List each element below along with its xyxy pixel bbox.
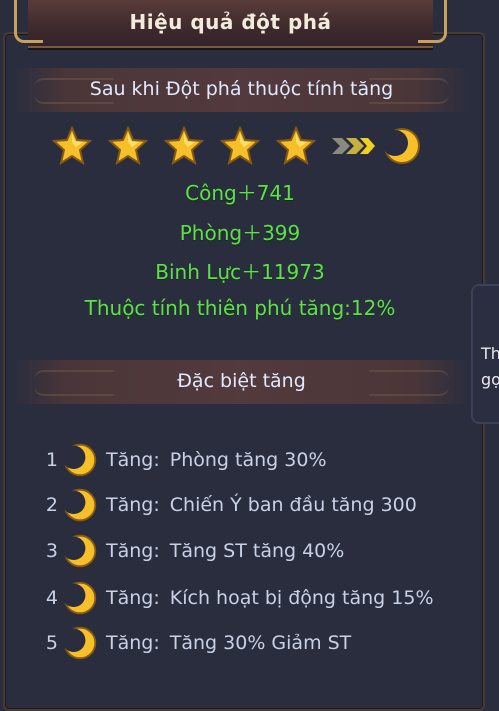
bonus-label: Tăng: (106, 494, 160, 516)
star-progress-row (52, 126, 422, 166)
bonus-number: 2 (45, 494, 58, 516)
star-icon (164, 126, 204, 166)
bonus-label: Tăng: (106, 540, 160, 562)
section-title-breakthrough: Sau khi Đột phá thuộc tính tăng (89, 78, 394, 100)
bonus-description: Tăng 30% Giảm ST (169, 632, 352, 654)
moon-icon (62, 488, 97, 522)
bonus-label: Tăng: (106, 632, 160, 654)
stat-troops: Binh Lực＋11973 (155, 260, 325, 284)
side-tab[interactable]: Thi gọi (471, 284, 499, 424)
bonus-number: 3 (45, 540, 58, 562)
special-bonus-row: 1 Tăng: Phòng tăng 30% (42, 442, 327, 478)
section-title-special: Đặc biệt tăng (177, 370, 306, 392)
star-icon (108, 126, 148, 166)
bonus-number: 4 (45, 587, 58, 609)
title-bar: Hiệu quả đột phá (14, 0, 447, 48)
bonus-description: Tăng ST tăng 40% (169, 540, 345, 562)
bonus-description: Chiến Ý ban đầu tăng 300 (169, 494, 417, 516)
moon-icon (62, 581, 97, 615)
section-header-breakthrough: Sau khi Đột phá thuộc tính tăng (14, 68, 469, 112)
stat-defense: Phòng＋399 (179, 221, 301, 245)
bonus-description: Kích hoạt bị động tăng 15% (169, 587, 434, 609)
moon-icon (62, 443, 97, 477)
moon-icon (382, 128, 420, 164)
side-tab-label-2: gọi (481, 370, 499, 389)
special-bonus-row: 3 Tăng: Tăng ST tăng 40% (42, 533, 344, 569)
section-header-special: Đặc biệt tăng (14, 360, 469, 404)
star-icon (220, 126, 260, 166)
chevron-right-icon (332, 138, 375, 154)
page-title: Hiệu quả đột phá (129, 10, 332, 34)
bonus-description: Phòng tăng 30% (169, 449, 327, 471)
moon-icon (62, 534, 97, 568)
moon-icon (62, 626, 97, 660)
special-bonus-row: 2 Tăng: Chiến Ý ban đầu tăng 300 (42, 487, 417, 523)
special-bonus-row: 4 Tăng: Kích hoạt bị động tăng 15% (42, 580, 434, 616)
special-bonus-row: 5 Tăng: Tăng 30% Giảm ST (42, 625, 351, 661)
bonus-number: 5 (45, 632, 58, 654)
star-icon (52, 126, 92, 166)
stat-attack: Công＋741 (185, 181, 295, 205)
bonus-label: Tăng: (106, 587, 160, 609)
stat-talent: Thuộc tính thiên phú tăng:12% (84, 296, 396, 320)
star-icon (276, 126, 316, 166)
side-tab-label-1: Thi (481, 344, 499, 363)
bonus-label: Tăng: (106, 449, 160, 471)
bonus-number: 1 (45, 449, 58, 471)
